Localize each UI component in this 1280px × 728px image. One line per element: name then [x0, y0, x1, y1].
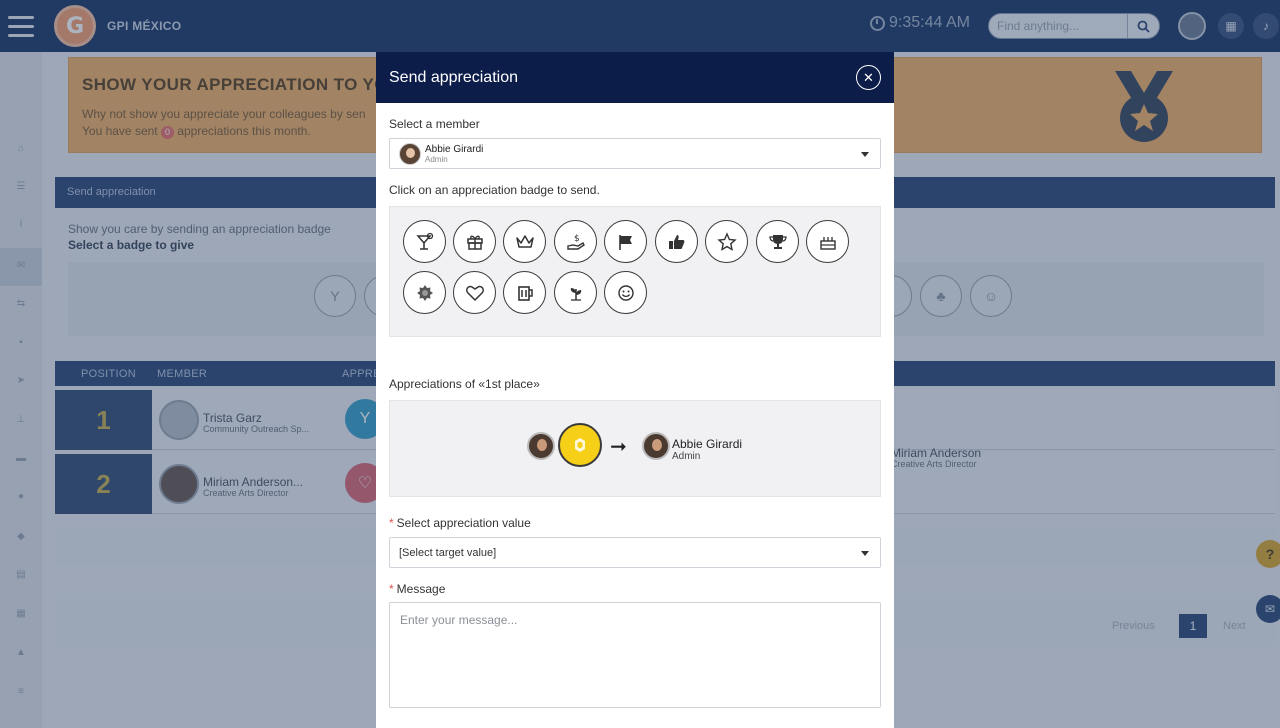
member-avatar — [399, 142, 421, 165]
svg-text:$: $ — [574, 234, 580, 244]
heart-icon — [465, 285, 484, 301]
required-asterisk: * — [389, 516, 394, 530]
message-label-text: Message — [396, 582, 446, 596]
money-hand-icon: $ — [566, 234, 585, 250]
sun-icon — [558, 423, 602, 467]
member-label: Select a member — [389, 117, 480, 131]
trophy-badge[interactable] — [756, 220, 799, 263]
cake-badge[interactable] — [806, 220, 849, 263]
beer-icon — [517, 285, 533, 301]
modal-title: Send appreciation — [389, 68, 518, 86]
gift-badge[interactable] — [453, 220, 496, 263]
recipient-avatar — [642, 432, 670, 460]
close-icon[interactable]: ✕ — [856, 65, 881, 90]
selected-member-role: Admin — [425, 154, 448, 164]
value-label: * Select appreciation value — [389, 516, 531, 530]
smiley-badge[interactable] — [604, 271, 647, 314]
star-icon — [716, 231, 737, 251]
modal-header: Send appreciation ✕ — [376, 52, 894, 103]
thumbs-up-icon — [668, 234, 684, 249]
badge-instruction: Click on an appreciation badge to send. — [389, 183, 600, 197]
recipient-name: Abbie Girardi — [672, 437, 743, 451]
appreciation-value-select[interactable]: [Select target value] — [389, 537, 881, 568]
heart-badge[interactable] — [453, 271, 496, 314]
selected-member-name: Abbie Girardi — [425, 143, 484, 155]
crown-icon — [515, 234, 534, 248]
smiley-icon — [617, 284, 634, 301]
chevron-down-icon — [861, 152, 869, 157]
selected-badge-icon — [575, 438, 585, 452]
sun-icon — [416, 284, 433, 301]
crown-badge[interactable] — [503, 220, 546, 263]
arrow-right-icon: ➞ — [610, 436, 627, 458]
member-select[interactable]: Abbie Girardi Admin — [389, 138, 881, 169]
chevron-down-icon — [861, 551, 869, 556]
badge-picker: $ — [389, 206, 881, 337]
required-asterisk: * — [389, 582, 394, 596]
sprout-badge[interactable] — [554, 271, 597, 314]
sun-badge[interactable] — [403, 271, 446, 314]
send-appreciation-modal: Send appreciation ✕ Select a member Abbi… — [376, 52, 894, 728]
value-label-text: Select appreciation value — [396, 516, 531, 530]
beer-badge[interactable] — [503, 271, 546, 314]
message-label: * Message — [389, 582, 445, 596]
recipient-role: Admin — [672, 451, 701, 462]
money-hand-badge[interactable]: $ — [554, 220, 597, 263]
sprout-icon — [570, 287, 581, 301]
value-select-text: [Select target value] — [399, 546, 497, 559]
preview-label: Appreciations of «1st place» — [389, 377, 540, 391]
appreciation-preview: ➞ Abbie Girardi Admin — [389, 400, 881, 497]
message-textarea[interactable] — [389, 602, 881, 708]
cocktail-badge[interactable] — [403, 220, 446, 263]
cocktail-icon — [415, 232, 433, 250]
gift-icon — [466, 235, 483, 250]
star-badge[interactable] — [705, 220, 748, 263]
flag-icon — [618, 234, 632, 250]
trophy-icon — [768, 234, 787, 249]
thumbs-up-badge[interactable] — [655, 220, 698, 263]
cake-icon — [819, 236, 836, 250]
flag-badge[interactable] — [604, 220, 647, 263]
sender-avatar — [527, 432, 555, 460]
